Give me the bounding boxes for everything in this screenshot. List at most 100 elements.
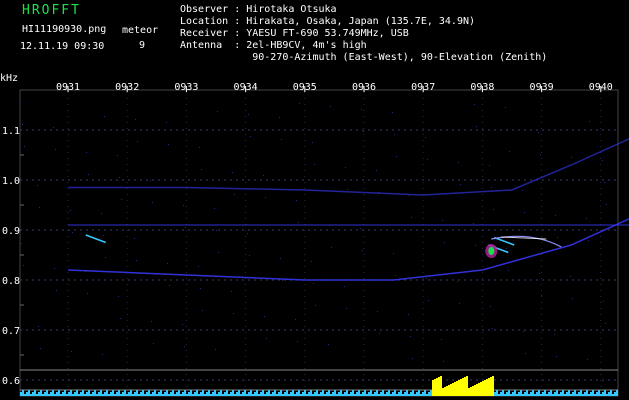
activity-bar	[426, 394, 428, 396]
activity-bar	[60, 394, 62, 396]
noise-speckle	[491, 187, 492, 188]
activity-bar	[64, 390, 66, 396]
activity-bar	[316, 390, 318, 396]
activity-bar	[522, 394, 524, 396]
noise-speckle	[492, 328, 493, 329]
noise-speckle	[167, 263, 168, 264]
activity-bar	[252, 394, 254, 396]
activity-bar	[188, 392, 190, 396]
activity-bar	[56, 392, 58, 396]
activity-bar	[300, 394, 302, 396]
activity-bar	[504, 394, 506, 396]
activity-bar	[146, 392, 148, 396]
x-tick-label: 0938	[470, 82, 494, 93]
noise-speckle	[71, 351, 72, 352]
activity-bar	[604, 390, 606, 396]
activity-bar	[558, 394, 560, 396]
activity-bar	[216, 394, 218, 396]
noise-speckle	[299, 103, 300, 104]
noise-speckle	[185, 227, 186, 228]
activity-bar	[448, 385, 450, 396]
activity-bar	[376, 390, 378, 396]
activity-bar	[534, 394, 536, 396]
activity-bar	[130, 390, 132, 396]
noise-speckle	[279, 117, 280, 118]
x-tick-label: 0935	[293, 82, 317, 93]
noise-speckle	[198, 266, 199, 267]
noise-speckle	[21, 243, 22, 244]
x-tick-label: 0940	[589, 82, 613, 93]
activity-bar	[484, 380, 486, 396]
activity-bar	[490, 377, 492, 396]
activity-bar	[466, 376, 468, 396]
activity-bar	[84, 394, 86, 396]
activity-bar	[584, 392, 586, 396]
noise-speckle	[118, 296, 119, 297]
activity-bar	[164, 392, 166, 396]
noise-speckle	[234, 194, 235, 195]
noise-speckle	[199, 147, 200, 148]
noise-speckle	[442, 220, 443, 221]
noise-speckle	[605, 323, 606, 324]
activity-bar	[272, 392, 274, 396]
noise-speckle	[602, 160, 603, 161]
activity-bar	[398, 392, 400, 396]
noise-speckle	[232, 172, 233, 173]
activity-bar	[388, 390, 390, 396]
activity-bar	[196, 390, 198, 396]
activity-bar	[582, 394, 584, 396]
plot-frame	[19, 89, 619, 397]
activity-bar	[572, 392, 574, 396]
activity-bar	[574, 390, 576, 396]
activity-bar	[530, 392, 532, 396]
activity-bar	[152, 392, 154, 396]
activity-bar	[392, 392, 394, 396]
noise-speckle	[360, 228, 361, 229]
noise-speckle	[412, 358, 413, 359]
activity-bar	[596, 392, 598, 396]
activity-bar	[294, 394, 296, 396]
activity-bar	[46, 390, 48, 396]
activity-bar	[106, 390, 108, 396]
noise-speckle	[152, 202, 153, 203]
activity-bar	[258, 394, 260, 396]
activity-bar	[310, 390, 312, 396]
activity-bar	[250, 390, 252, 396]
noise-speckle	[103, 235, 104, 236]
noise-speckle	[87, 293, 88, 294]
activity-bar	[600, 394, 602, 396]
x-tick-label: 0937	[411, 82, 435, 93]
activity-bar	[404, 392, 406, 396]
noise-speckle	[363, 131, 364, 132]
noise-speckle	[395, 275, 396, 276]
activity-bar	[282, 394, 284, 396]
noise-speckle	[218, 252, 219, 253]
noise-speckle	[105, 257, 106, 258]
activity-bar	[332, 392, 334, 396]
activity-bar	[268, 390, 270, 396]
noise-speckle	[137, 141, 138, 142]
noise-speckle	[379, 333, 380, 334]
activity-bar	[442, 388, 444, 396]
activity-bar	[108, 394, 110, 396]
activity-bar	[172, 390, 174, 396]
noise-speckle	[557, 237, 558, 238]
activity-bar	[40, 390, 42, 396]
activity-bar	[138, 394, 140, 396]
activity-bar	[280, 390, 282, 396]
noise-speckle	[394, 134, 395, 135]
noise-speckle	[313, 283, 314, 284]
activity-bar	[354, 394, 356, 396]
noise-speckle	[119, 177, 120, 178]
noise-speckle	[443, 361, 444, 362]
activity-bar	[528, 394, 530, 396]
noise-speckle	[460, 184, 461, 185]
activity-bar	[602, 392, 604, 396]
activity-bar	[184, 390, 186, 396]
activity-bar	[320, 392, 322, 396]
activity-bar	[436, 378, 438, 396]
noise-speckle	[588, 240, 589, 241]
noise-speckle	[248, 114, 249, 115]
noise-speckle	[22, 124, 23, 125]
activity-bar	[458, 380, 460, 396]
